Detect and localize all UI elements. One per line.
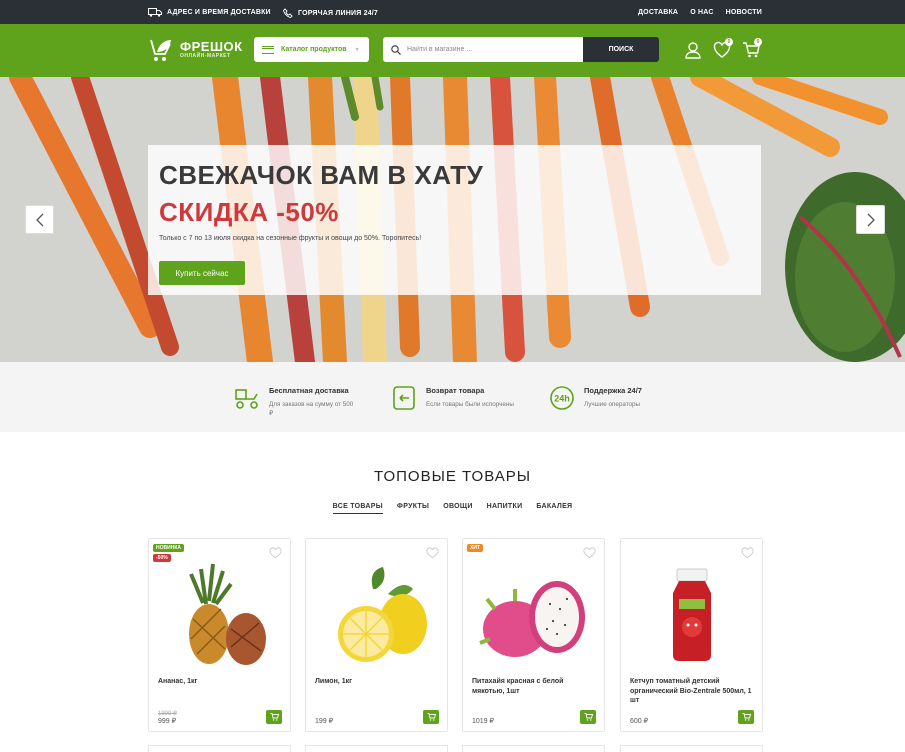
product-price: 1019 ₽ xyxy=(472,718,494,725)
cart-icon xyxy=(270,713,279,721)
nav-news[interactable]: НОВОСТИ xyxy=(726,9,762,16)
ketchup-bottle-image xyxy=(673,568,711,661)
product-name[interactable]: Кетчуп томатный детский органический Bio… xyxy=(630,677,755,706)
tab-fruits[interactable]: ФРУКТЫ xyxy=(397,503,429,514)
heart-icon[interactable] xyxy=(426,547,439,559)
new-badge: НОВИНКА xyxy=(153,544,184,552)
basket-leaf-logo-icon xyxy=(150,39,171,61)
tab-vegetables[interactable]: ОВОЩИ xyxy=(443,503,472,514)
feature-title: Поддержка 24/7 xyxy=(584,386,642,395)
product-card[interactable] xyxy=(148,745,291,752)
search-input[interactable] xyxy=(407,46,567,53)
cart-count-badge: 0 xyxy=(754,38,762,46)
add-to-cart-button[interactable] xyxy=(266,710,282,724)
slider-next-button[interactable] xyxy=(856,205,885,234)
search-icon xyxy=(391,44,401,55)
product-name[interactable]: Лимон, 1кг xyxy=(315,677,440,687)
add-to-cart-button[interactable] xyxy=(738,710,754,724)
buy-now-button[interactable]: Купить сейчас xyxy=(159,261,245,285)
product-card[interactable]: Лимон, 1кг 199 ₽ xyxy=(305,538,448,732)
chevron-right-icon xyxy=(867,213,875,226)
truck-icon xyxy=(148,8,162,17)
product-card[interactable]: Кетчуп томатный детский органический Bio… xyxy=(620,538,763,732)
delivery-info-label: АДРЕС И ВРЕМЯ ДОСТАВКИ xyxy=(167,9,271,16)
product-price: 199 ₽ xyxy=(315,718,334,725)
favorites-count-badge: 0 xyxy=(725,38,733,46)
cart-icon xyxy=(742,713,751,721)
main-header: ФРЕШОК ОНЛАЙН-МАРКЕТ Каталог продуктов ▾… xyxy=(0,24,905,77)
tab-all[interactable]: ВСЕ ТОВАРЫ xyxy=(332,503,383,514)
chevron-left-icon xyxy=(35,213,43,226)
product-old-price: 1999 ₽ xyxy=(158,711,177,717)
product-card[interactable]: ХИТ Питахайя красная с белой мякотью, 1ш… xyxy=(462,538,605,732)
feature-returns: Возврат товара Если товары были испорчен… xyxy=(390,384,516,412)
heart-icon[interactable] xyxy=(741,547,754,559)
product-card[interactable] xyxy=(462,745,605,752)
favorites-button[interactable]: 0 xyxy=(713,38,733,59)
nav-delivery[interactable]: ДОСТАВКА xyxy=(638,9,678,16)
add-to-cart-button[interactable] xyxy=(580,710,596,724)
product-tabs: ВСЕ ТОВАРЫ ФРУКТЫ ОВОЩИ НАПИТКИ БАКАЛЕЯ xyxy=(0,503,905,514)
cart-button[interactable]: 0 xyxy=(742,38,762,59)
heart-icon[interactable] xyxy=(583,547,596,559)
return-box-icon xyxy=(393,386,415,410)
feature-support: 24h Поддержка 24/7 Лучшие операторы xyxy=(548,384,674,412)
features-strip: Бесплатная доставка Для заказов на сумму… xyxy=(0,362,905,432)
feature-desc: Если товары были испорчены xyxy=(426,401,514,408)
tab-grocery[interactable]: БАКАЛЕЯ xyxy=(536,503,572,514)
lemon-image xyxy=(338,567,427,662)
product-card[interactable] xyxy=(305,745,448,752)
nav-about[interactable]: О НАС xyxy=(690,9,713,16)
product-card[interactable] xyxy=(620,745,763,752)
search-box xyxy=(383,37,583,62)
feature-desc: Лучшие операторы xyxy=(584,401,641,408)
hero-title: СВЕЖАЧОК ВАМ В ХАТУ xyxy=(159,160,484,190)
product-name[interactable]: Питахайя красная с белой мякотью, 1шт xyxy=(472,677,597,696)
cart-icon xyxy=(427,713,436,721)
hit-badge: ХИТ xyxy=(467,544,483,552)
section-title: ТОПОВЫЕ ТОВАРЫ xyxy=(373,468,531,485)
slider-prev-button[interactable] xyxy=(25,205,54,234)
product-price: 600 ₽ xyxy=(630,718,649,725)
hotline-label: ГОРЯЧАЯ ЛИНИЯ 24/7 xyxy=(298,9,379,17)
delivery-scooter-icon xyxy=(235,389,258,409)
hero-promo-card: СВЕЖАЧОК ВАМ В ХАТУ СКИДКА -50% Только с… xyxy=(148,145,761,295)
search-button[interactable]: ПОИСК xyxy=(583,37,659,62)
menu-icon xyxy=(262,45,274,54)
pitahaya-image xyxy=(479,581,585,657)
phone-icon xyxy=(283,8,293,18)
support-24h-icon: 24h xyxy=(550,386,574,410)
tab-drinks[interactable]: НАПИТКИ xyxy=(487,503,523,514)
product-price: 999 ₽ xyxy=(158,718,177,725)
hero-description: Только с 7 по 13 июля скидка на сезонные… xyxy=(159,235,422,242)
svg-text:24h: 24h xyxy=(554,394,570,404)
delivery-info-link[interactable]: АДРЕС И ВРЕМЯ ДОСТАВКИ xyxy=(148,8,271,17)
heart-icon[interactable] xyxy=(269,547,282,559)
top-nav: ДОСТАВКА О НАС НОВОСТИ xyxy=(638,9,762,16)
feature-desc: Для заказов на сумму от 500 ₽ xyxy=(269,401,354,417)
cart-icon xyxy=(584,713,593,721)
add-to-cart-button[interactable] xyxy=(423,710,439,724)
logo[interactable]: ФРЕШОК ОНЛАЙН-МАРКЕТ xyxy=(148,34,243,64)
chevron-down-icon: ▾ xyxy=(355,47,359,53)
hotline-link[interactable]: ГОРЯЧАЯ ЛИНИЯ 24/7 xyxy=(283,8,378,18)
pineapple-image xyxy=(189,563,266,665)
catalog-label: Каталог продуктов xyxy=(281,46,347,53)
top-bar: АДРЕС И ВРЕМЯ ДОСТАВКИ ГОРЯЧАЯ ЛИНИЯ 24/… xyxy=(0,0,905,24)
feature-title: Бесплатная доставка xyxy=(269,386,349,395)
hero-discount: СКИДКА -50% xyxy=(159,197,339,227)
product-card[interactable]: НОВИНКА -50% Ананас, 1кг 1999 ₽ 999 ₽ xyxy=(148,538,291,732)
feature-free-delivery: Бесплатная доставка Для заказов на сумму… xyxy=(233,384,359,418)
hero-banner: СВЕЖАЧОК ВАМ В ХАТУ СКИДКА -50% Только с… xyxy=(0,77,905,362)
logo-name: ФРЕШОК xyxy=(180,38,243,54)
product-name[interactable]: Ананас, 1кг xyxy=(158,677,283,687)
catalog-button[interactable]: Каталог продуктов ▾ xyxy=(254,37,369,62)
feature-title: Возврат товара xyxy=(426,386,485,395)
user-icon[interactable] xyxy=(684,41,702,59)
